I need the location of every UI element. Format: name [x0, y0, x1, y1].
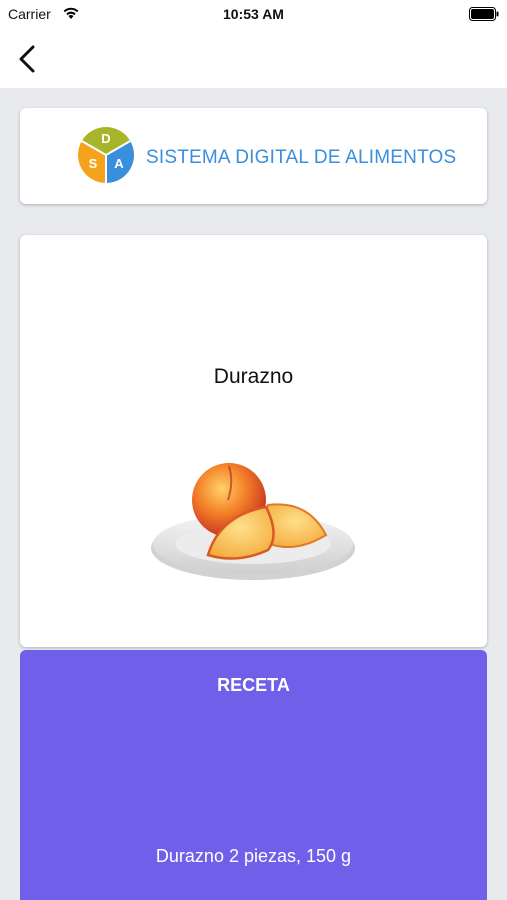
logo-text: SISTEMA DIGITAL DE ALIMENTOS — [146, 147, 457, 168]
battery-icon — [469, 7, 499, 21]
food-card: Durazno — [20, 235, 487, 647]
logo-letter-d: D — [101, 131, 110, 146]
recipe-card: RECETA Durazno 2 piezas, 150 g — [20, 650, 487, 900]
logo-letter-a: A — [114, 156, 124, 171]
peach-plate-image — [151, 463, 355, 580]
chevron-left-icon — [19, 45, 35, 73]
food-name: Durazno — [213, 365, 294, 388]
status-time: 10:53 AM — [223, 6, 284, 22]
sda-logo-icon: D S A — [78, 127, 134, 183]
status-bar: Carrier 10:53 AM — [0, 0, 507, 28]
navigation-bar — [0, 28, 507, 88]
logo-card: D S A SISTEMA DIGITAL DE ALIMENTOS — [20, 108, 487, 204]
recipe-title: RECETA — [217, 675, 290, 695]
back-button[interactable] — [12, 42, 42, 76]
logo-letter-s: S — [89, 156, 98, 171]
recipe-ingredient: Durazno 2 piezas, 150 g — [155, 846, 352, 866]
